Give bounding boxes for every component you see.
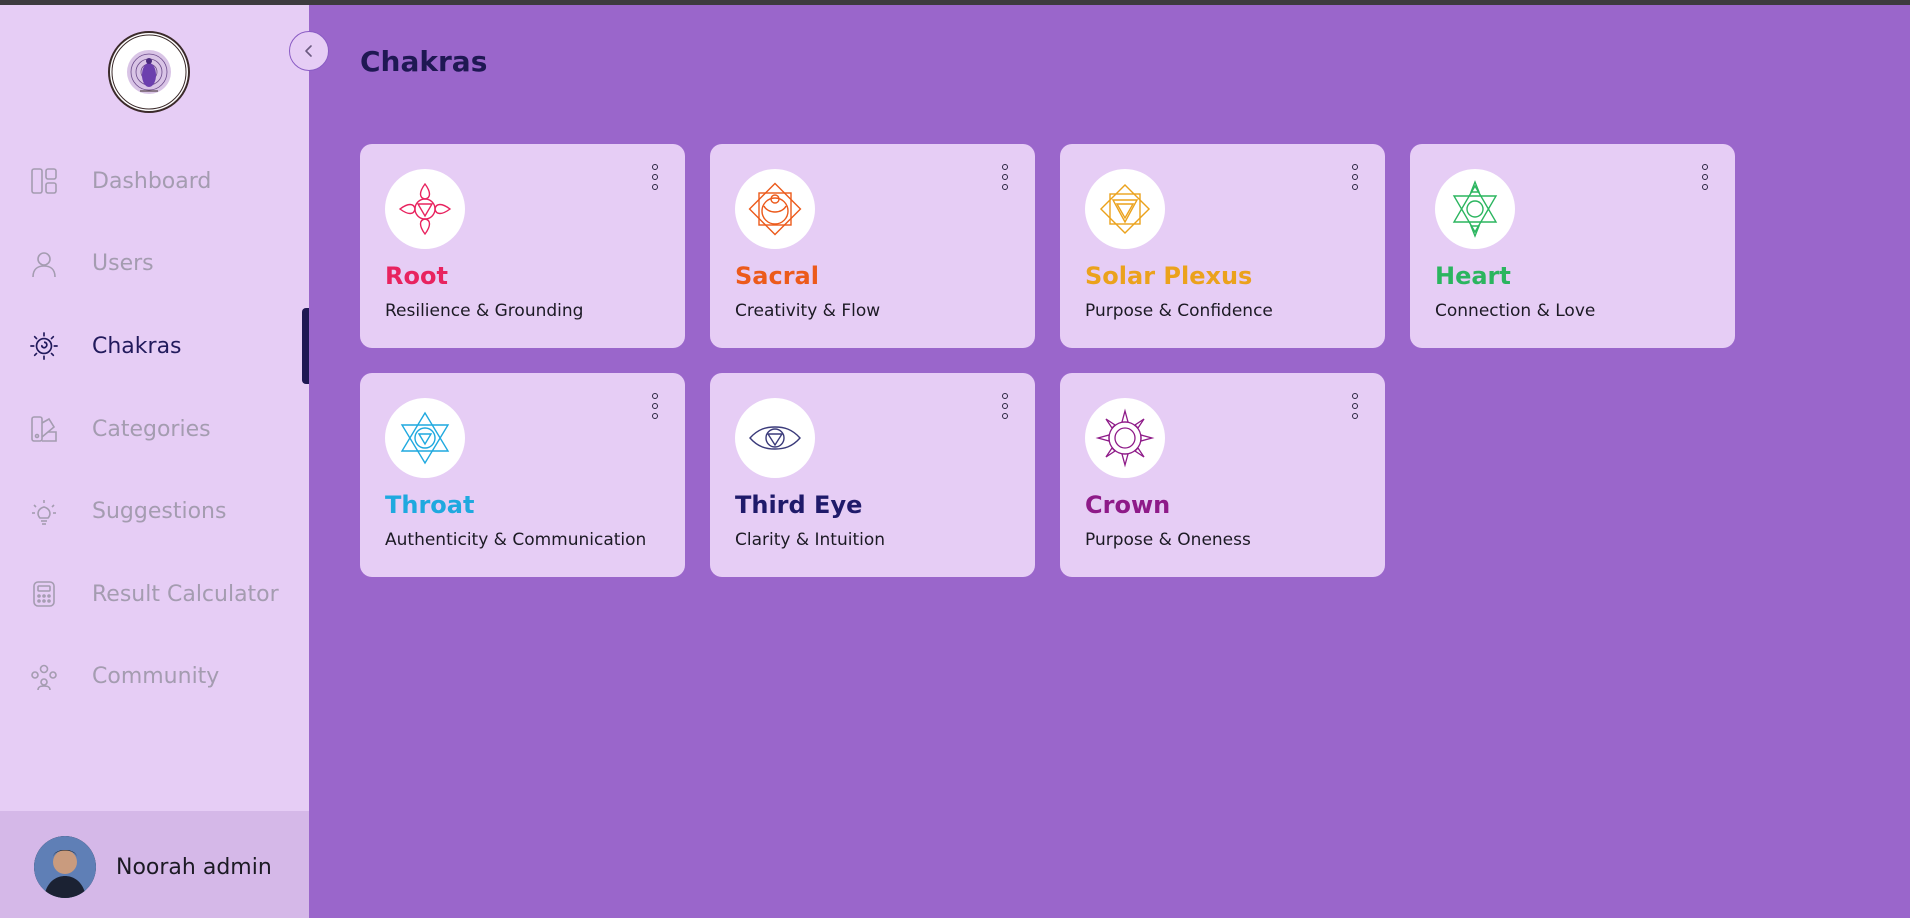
card-options-icon[interactable] xyxy=(1347,393,1363,419)
sidebar-item-label: Dashboard xyxy=(92,168,212,194)
user-icon xyxy=(30,250,58,278)
chakra-card-solar-plexus[interactable]: Solar Plexus Purpose & Confidence xyxy=(1060,144,1385,348)
avatar xyxy=(34,836,96,898)
noorah-logo[interactable] xyxy=(108,31,190,113)
card-title: Heart xyxy=(1435,262,1511,290)
sidebar-nav: Dashboard Users Chakras Categories Sugge… xyxy=(0,140,309,718)
user-profile[interactable]: Noorah admin xyxy=(0,811,309,918)
sidebar-item-label: Chakras xyxy=(92,333,182,359)
sidebar-item-label: Suggestions xyxy=(92,499,227,525)
community-icon xyxy=(30,663,58,691)
sidebar-item-users[interactable]: Users xyxy=(0,223,309,306)
page-title: Chakras xyxy=(360,45,488,78)
chakra-card-heart[interactable]: Heart Connection & Love xyxy=(1410,144,1735,348)
card-title: Sacral xyxy=(735,262,819,290)
chakra-card-third-eye[interactable]: Third Eye Clarity & Intuition xyxy=(710,373,1035,577)
dashboard-icon xyxy=(30,167,58,195)
chevron-left-icon xyxy=(305,45,312,57)
sidebar-item-label: Categories xyxy=(92,416,211,442)
card-description: Authenticity & Communication xyxy=(385,530,647,550)
sidebar-item-suggestions[interactable]: Suggestions xyxy=(0,470,309,553)
sidebar-item-label: Community xyxy=(92,664,220,690)
chakra-icon xyxy=(30,332,58,361)
profile-name: Noorah admin xyxy=(116,854,272,880)
card-description: Purpose & Oneness xyxy=(1085,530,1251,550)
chakra-card-sacral[interactable]: Sacral Creativity & Flow xyxy=(710,144,1035,348)
crown-chakra-icon xyxy=(1085,398,1165,478)
solar-plexus-chakra-icon xyxy=(1085,169,1165,249)
chakra-card-crown[interactable]: Crown Purpose & Oneness xyxy=(1060,373,1385,577)
card-description: Resilience & Grounding xyxy=(385,301,584,321)
sidebar-item-label: Users xyxy=(92,251,154,277)
sidebar-item-dashboard[interactable]: Dashboard xyxy=(0,140,309,223)
sidebar-item-chakras[interactable]: Chakras xyxy=(0,305,309,388)
card-title: Crown xyxy=(1085,491,1171,519)
card-description: Clarity & Intuition xyxy=(735,530,886,550)
sidebar-item-categories[interactable]: Categories xyxy=(0,388,309,471)
card-options-icon[interactable] xyxy=(1347,164,1363,190)
third-eye-chakra-icon xyxy=(735,398,815,478)
card-description: Purpose & Confidence xyxy=(1085,301,1273,321)
main-content: Chakras Root Resilience & Grounding Sacr… xyxy=(309,5,1910,918)
sidebar-item-result-calculator[interactable]: Result Calculator xyxy=(0,553,309,636)
heart-chakra-icon xyxy=(1435,169,1515,249)
card-title: Third Eye xyxy=(735,491,863,519)
card-description: Creativity & Flow xyxy=(735,301,881,321)
card-options-icon[interactable] xyxy=(997,393,1013,419)
chakra-card-root[interactable]: Root Resilience & Grounding xyxy=(360,144,685,348)
throat-chakra-icon xyxy=(385,398,465,478)
card-title: Throat xyxy=(385,491,475,519)
categories-icon xyxy=(30,415,58,443)
card-description: Connection & Love xyxy=(1435,301,1596,321)
sidebar-item-label: Result Calculator xyxy=(92,581,279,607)
sidebar: Dashboard Users Chakras Categories Sugge… xyxy=(0,5,329,918)
card-options-icon[interactable] xyxy=(997,164,1013,190)
card-options-icon[interactable] xyxy=(647,164,663,190)
card-title: Solar Plexus xyxy=(1085,262,1253,290)
card-title: Root xyxy=(385,262,448,290)
card-options-icon[interactable] xyxy=(647,393,663,419)
lightbulb-icon xyxy=(30,498,58,526)
collapse-sidebar-button[interactable] xyxy=(289,31,329,71)
sacral-chakra-icon xyxy=(735,169,815,249)
card-options-icon[interactable] xyxy=(1697,164,1713,190)
sidebar-item-community[interactable]: Community xyxy=(0,636,309,719)
chakra-card-throat[interactable]: Throat Authenticity & Communication xyxy=(360,373,685,577)
calculator-icon xyxy=(30,580,58,608)
root-chakra-icon xyxy=(385,169,465,249)
